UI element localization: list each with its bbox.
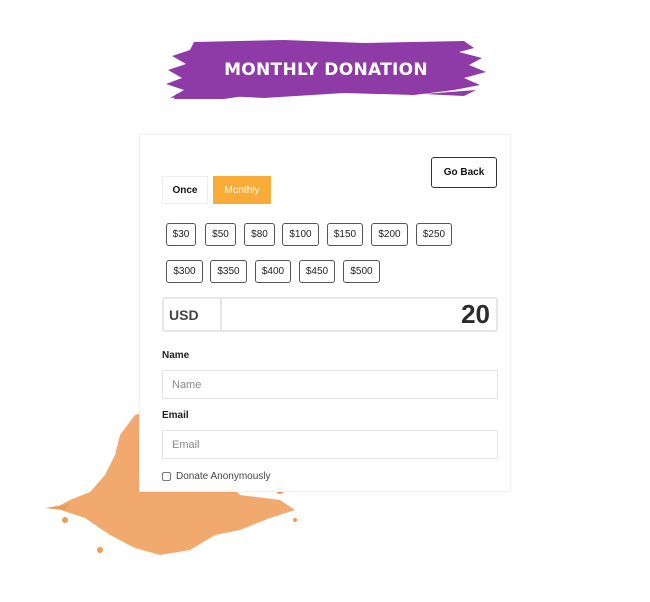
- frequency-once-button[interactable]: Once: [162, 176, 208, 204]
- anonymous-checkbox[interactable]: [162, 472, 171, 481]
- amount-button-150[interactable]: $150: [327, 223, 363, 246]
- page-title: MONTHLY DONATION: [224, 60, 428, 80]
- currency-code: USD: [164, 299, 222, 330]
- amount-button-200[interactable]: $200: [371, 223, 408, 246]
- amount-button-50[interactable]: $50: [205, 223, 236, 246]
- amount-value-input[interactable]: 20: [222, 299, 496, 330]
- amount-button-400[interactable]: $400: [255, 260, 291, 283]
- amount-button-30[interactable]: $30: [166, 223, 196, 246]
- amount-button-450[interactable]: $450: [299, 260, 335, 283]
- amount-button-80[interactable]: $80: [244, 223, 275, 246]
- name-label: Name: [162, 350, 190, 361]
- frequency-monthly-button[interactable]: Monthly: [213, 176, 271, 204]
- donate-anonymously-option[interactable]: Donate Anonymously: [162, 471, 271, 482]
- title-banner: MONTHLY DONATION: [164, 38, 488, 100]
- name-input[interactable]: Name: [162, 370, 498, 399]
- amount-button-350[interactable]: $350: [210, 260, 247, 283]
- amount-button-250[interactable]: $250: [416, 223, 452, 246]
- email-input[interactable]: Email: [162, 430, 498, 459]
- amount-field[interactable]: USD 20: [162, 297, 498, 332]
- go-back-button[interactable]: Go Back: [431, 157, 497, 188]
- amount-button-300[interactable]: $300: [166, 260, 203, 283]
- donation-form-card: Go Back Once Monthly $30 $50 $80 $100 $1…: [139, 134, 511, 492]
- anonymous-label: Donate Anonymously: [176, 471, 271, 482]
- amount-button-100[interactable]: $100: [282, 223, 319, 246]
- amount-button-500[interactable]: $500: [343, 260, 380, 283]
- email-label: Email: [162, 410, 189, 421]
